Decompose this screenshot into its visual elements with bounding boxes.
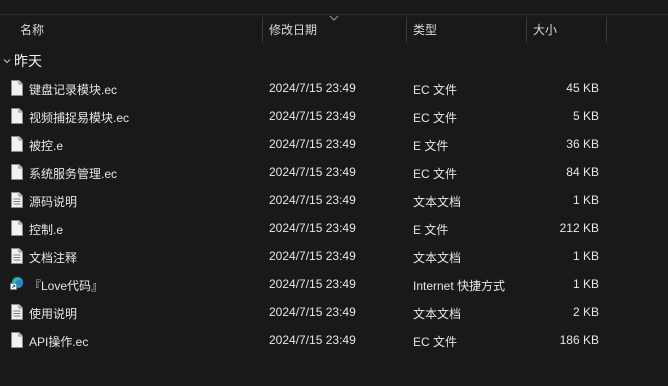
- file-row[interactable]: 使用说明 2024/7/15 23:49 文本文档 2 KB: [0, 298, 668, 326]
- file-type: 文本文档: [413, 251, 462, 265]
- file-size: 1 KB: [572, 249, 599, 263]
- file-modified-date: 2024/7/15 23:49: [269, 249, 356, 263]
- file-type: EC 文件: [413, 83, 458, 97]
- file-size: 1 KB: [572, 193, 599, 207]
- file-modified-date: 2024/7/15 23:49: [269, 305, 356, 319]
- file-modified-date: 2024/7/15 23:49: [269, 81, 356, 95]
- file-row[interactable]: API操作.ec 2024/7/15 23:49 EC 文件 186 KB: [0, 326, 668, 354]
- file-type: E 文件: [413, 223, 449, 237]
- file-name: 被控.e: [29, 139, 64, 153]
- file-type: Internet 快捷方式: [413, 279, 506, 293]
- file-size: 36 KB: [566, 137, 599, 151]
- file-row[interactable]: 视频捕捉易模块.ec 2024/7/15 23:49 EC 文件 5 KB: [0, 102, 668, 130]
- file-name: 使用说明: [29, 307, 78, 321]
- file-size: 5 KB: [572, 109, 599, 123]
- column-header-type[interactable]: 类型: [407, 15, 526, 43]
- file-name: 『Love代码』: [29, 279, 104, 293]
- file-name: API操作.ec: [29, 335, 89, 349]
- file-type: E 文件: [413, 139, 449, 153]
- chevron-down-icon: [3, 59, 11, 64]
- column-header-name-label: 名称: [20, 22, 45, 37]
- file-size: 2 KB: [572, 305, 599, 319]
- file-row[interactable]: 被控.e 2024/7/15 23:49 E 文件 36 KB: [0, 130, 668, 158]
- file-explorer-list: 名称 修改日期 类型 大小 昨天 键盘记录模块.ec 2024/7/15 23:4…: [0, 0, 668, 386]
- file-icon: [10, 136, 24, 152]
- column-header-size[interactable]: 大小: [527, 15, 606, 43]
- group-header-yesterday[interactable]: 昨天: [0, 50, 42, 72]
- text-file-icon: [10, 304, 24, 320]
- file-modified-date: 2024/7/15 23:49: [269, 109, 356, 123]
- file-name: 控制.e: [29, 223, 64, 237]
- file-size: 45 KB: [566, 81, 599, 95]
- file-modified-date: 2024/7/15 23:49: [269, 165, 356, 179]
- file-name: 键盘记录模块.ec: [29, 83, 118, 97]
- file-name: 视频捕捉易模块.ec: [29, 111, 130, 125]
- file-size: 186 KB: [559, 333, 599, 347]
- file-icon: [10, 80, 24, 96]
- file-modified-date: 2024/7/15 23:49: [269, 333, 356, 347]
- file-type: 文本文档: [413, 307, 462, 321]
- file-name: 文档注释: [29, 251, 78, 265]
- file-icon: [10, 108, 24, 124]
- file-row[interactable]: 系统服务管理.ec 2024/7/15 23:49 EC 文件 84 KB: [0, 158, 668, 186]
- edge-shortcut-icon: [10, 276, 24, 292]
- column-header-type-label: 类型: [413, 22, 438, 37]
- column-divider[interactable]: [606, 17, 607, 43]
- group-label: 昨天: [14, 53, 42, 69]
- file-icon: [10, 332, 24, 348]
- text-file-icon: [10, 248, 24, 264]
- file-size: 84 KB: [566, 165, 599, 179]
- file-type: EC 文件: [413, 167, 458, 181]
- file-row[interactable]: 键盘记录模块.ec 2024/7/15 23:49 EC 文件 45 KB: [0, 74, 668, 102]
- column-header-bar: 名称 修改日期 类型 大小: [0, 14, 668, 43]
- file-row[interactable]: 文档注释 2024/7/15 23:49 文本文档 1 KB: [0, 242, 668, 270]
- file-type: EC 文件: [413, 335, 458, 349]
- file-name: 源码说明: [29, 195, 78, 209]
- file-name: 系统服务管理.ec: [29, 167, 118, 181]
- file-modified-date: 2024/7/15 23:49: [269, 277, 356, 291]
- file-size: 212 KB: [559, 221, 599, 235]
- file-type: EC 文件: [413, 111, 458, 125]
- file-icon: [10, 220, 24, 236]
- file-modified-date: 2024/7/15 23:49: [269, 221, 356, 235]
- file-type: 文本文档: [413, 195, 462, 209]
- text-file-icon: [10, 192, 24, 208]
- file-row[interactable]: 源码说明 2024/7/15 23:49 文本文档 1 KB: [0, 186, 668, 214]
- file-modified-date: 2024/7/15 23:49: [269, 137, 356, 151]
- file-row[interactable]: 『Love代码』 2024/7/15 23:49 Internet 快捷方式 1 KB: [0, 270, 668, 298]
- column-header-size-label: 大小: [533, 22, 558, 37]
- file-icon: [10, 164, 24, 180]
- column-header-date-label: 修改日期: [269, 22, 318, 37]
- file-row[interactable]: 控制.e 2024/7/15 23:49 E 文件 212 KB: [0, 214, 668, 242]
- column-header-name[interactable]: 名称: [14, 15, 262, 43]
- file-modified-date: 2024/7/15 23:49: [269, 193, 356, 207]
- file-size: 1 KB: [572, 277, 599, 291]
- column-header-date[interactable]: 修改日期: [263, 15, 406, 43]
